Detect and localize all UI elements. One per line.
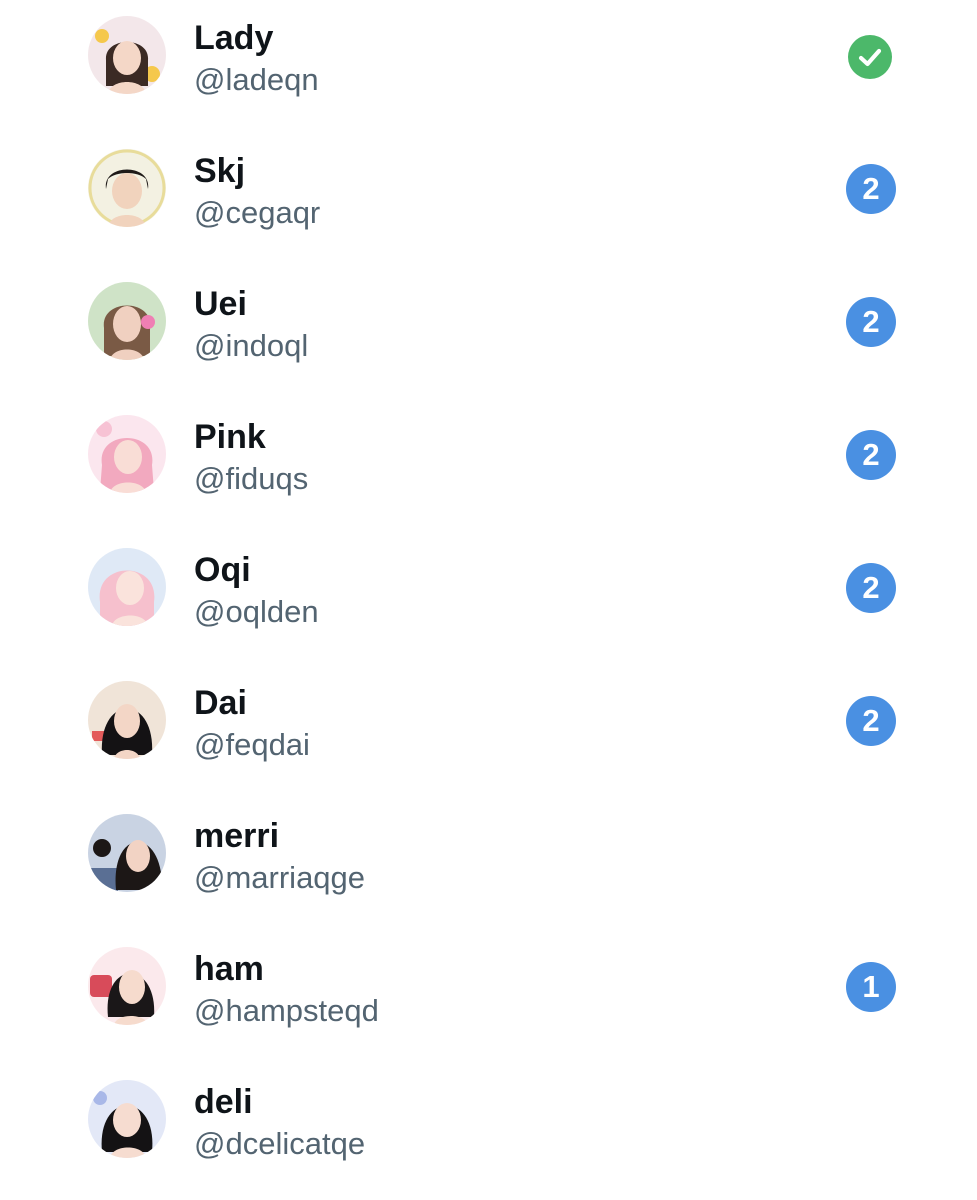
unread-count-badge: 2 <box>846 563 896 613</box>
avatar[interactable] <box>88 1080 166 1158</box>
user-name: Dai <box>194 684 247 722</box>
user-name: Oqi <box>194 551 251 589</box>
user-handle: @hampsteqd <box>194 993 379 1028</box>
avatar[interactable] <box>88 415 166 493</box>
user-name: merri <box>194 817 280 855</box>
user-name: Pink <box>194 418 266 456</box>
avatar[interactable] <box>88 814 166 892</box>
list-item-oqi[interactable]: Oqi @oqlden 2 <box>0 532 977 665</box>
list-item-pink[interactable]: Pink @fiduqs 2 <box>0 399 977 532</box>
user-handle: @indoql <box>194 328 309 363</box>
unread-count-badge: 2 <box>846 430 896 480</box>
user-handle: @marriaqge <box>194 860 366 895</box>
user-name: Skj <box>194 152 246 190</box>
unread-count-badge: 2 <box>846 696 896 746</box>
user-handle: @cegaqr <box>194 195 321 230</box>
user-handle: @ladeqn <box>194 62 319 97</box>
avatar[interactable] <box>88 282 166 360</box>
user-name: deli <box>194 1083 253 1121</box>
user-handle: @oqlden <box>194 594 319 629</box>
avatar[interactable] <box>88 947 166 1025</box>
user-name: ham <box>194 950 264 988</box>
avatar[interactable] <box>88 16 166 94</box>
unread-count-badge: 2 <box>846 297 896 347</box>
user-name: Uei <box>194 285 247 323</box>
list-item-uei[interactable]: Uei @indoql 2 <box>0 266 977 399</box>
list-item-merri[interactable]: merri @marriaqge <box>0 798 977 931</box>
list-item-lady[interactable]: Lady @ladeqn <box>0 0 977 133</box>
user-name: Lady <box>194 19 274 57</box>
list-item-deli[interactable]: deli @dcelicatqe <box>0 1064 977 1197</box>
unread-count-badge: 1 <box>846 962 896 1012</box>
list-item-ham[interactable]: ham @hampsteqd 1 <box>0 931 977 1064</box>
avatar[interactable] <box>88 681 166 759</box>
user-handle: @fiduqs <box>194 461 309 496</box>
check-icon <box>848 35 892 79</box>
avatar[interactable] <box>88 548 166 626</box>
user-handle: @feqdai <box>194 727 310 762</box>
user-handle: @dcelicatqe <box>194 1126 366 1161</box>
list-item-dai[interactable]: Dai @feqdai 2 <box>0 665 977 798</box>
unread-count-badge: 2 <box>846 164 896 214</box>
avatar[interactable] <box>88 149 166 227</box>
list-item-skj[interactable]: Skj @cegaqr 2 <box>0 133 977 266</box>
